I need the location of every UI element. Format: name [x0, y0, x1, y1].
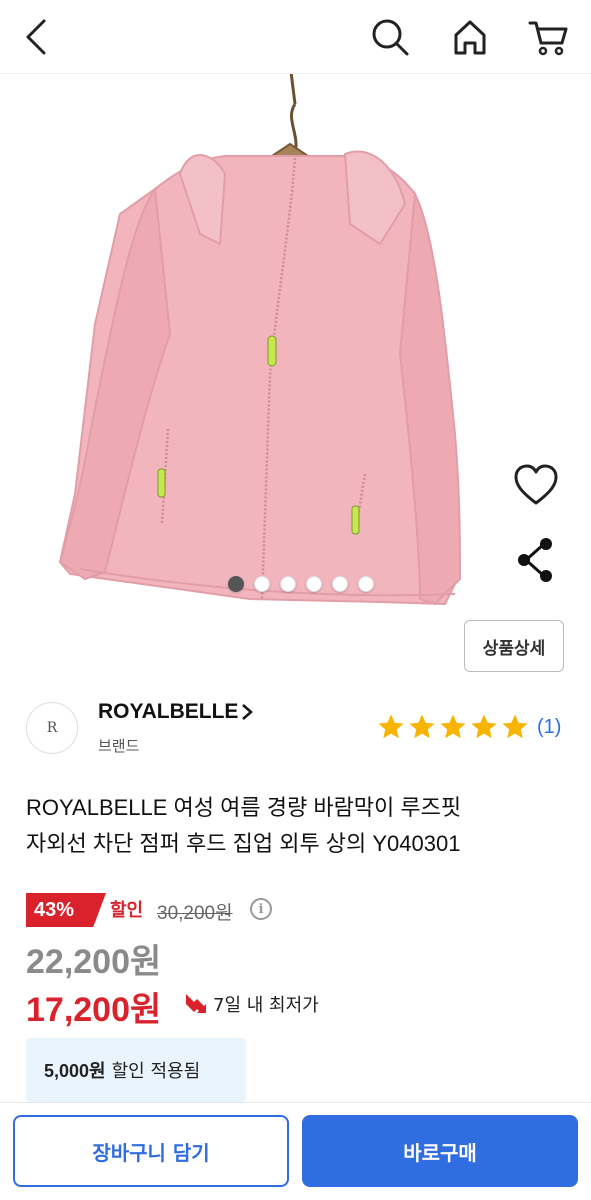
add-to-cart-button[interactable]: 장바구니 담기 — [13, 1115, 289, 1187]
buy-now-button[interactable]: 바로구매 — [302, 1115, 578, 1187]
home-button[interactable] — [447, 14, 493, 60]
wishlist-button[interactable] — [512, 462, 560, 508]
product-image — [58, 74, 462, 606]
chevron-right-icon — [242, 704, 254, 720]
share-button[interactable] — [514, 536, 558, 584]
home-icon — [454, 20, 486, 55]
search-button[interactable] — [367, 14, 413, 60]
pagination-dot[interactable] — [227, 576, 244, 592]
review-count[interactable]: (1) — [537, 716, 561, 739]
brand-sub-label: 브랜드 — [98, 737, 140, 755]
star-icon — [502, 714, 528, 739]
final-price: 17,200원 — [26, 991, 162, 1029]
cart-button[interactable] — [525, 14, 571, 60]
chevron-left-icon — [26, 19, 46, 55]
pagination-dot[interactable] — [279, 576, 296, 592]
original-price: 30,200원 — [157, 903, 233, 924]
star-icon — [471, 714, 497, 739]
search-icon — [372, 19, 409, 56]
pagination-dot[interactable] — [331, 576, 348, 592]
top-navigation-bar — [0, 0, 591, 74]
trend-down-icon — [186, 994, 206, 1013]
coupon-applied-banner: 5,000원 할인 적용됨 — [26, 1038, 246, 1102]
product-image-gallery[interactable] — [0, 74, 591, 614]
cart-icon — [528, 21, 568, 56]
back-button[interactable] — [14, 14, 60, 60]
product-detail-button[interactable]: 상품상세 — [464, 620, 564, 672]
brand-link[interactable]: ROYALBELLE — [98, 700, 254, 724]
coupon-amount: 5,000원 — [44, 1061, 106, 1081]
discount-badge: 43% — [26, 893, 106, 927]
heart-icon — [514, 464, 558, 505]
star-icon — [409, 714, 435, 739]
bottom-action-bar: 장바구니 담기 바로구매 — [0, 1102, 591, 1200]
sale-price: 22,200원 — [26, 943, 162, 981]
pagination-dot[interactable] — [305, 576, 322, 592]
product-title-line: 자외선 차단 점퍼 후드 집업 외투 상의 Y040301 — [26, 831, 461, 856]
gallery-pagination — [0, 576, 591, 592]
pagination-dot[interactable] — [357, 576, 374, 592]
pagination-dot[interactable] — [253, 576, 270, 592]
brand-logo[interactable]: R — [26, 702, 78, 754]
lowest-price-note: 7일 내 최저가 — [213, 995, 319, 1016]
brand-name: ROYALBELLE — [98, 700, 239, 723]
star-icon — [378, 714, 404, 739]
discount-label: 할인 — [110, 900, 144, 921]
info-icon[interactable]: i — [250, 898, 272, 920]
product-title: ROYALBELLE 여성 여름 경량 바람막이 루즈핏 자외선 차단 점퍼 후… — [26, 790, 566, 862]
coupon-text: 할인 적용됨 — [111, 1061, 201, 1082]
rating[interactable]: (1) — [376, 712, 561, 742]
share-icon — [518, 538, 552, 582]
star-icon — [440, 714, 466, 739]
brand-logo-letter: R — [46, 720, 58, 736]
product-title-line: ROYALBELLE 여성 여름 경량 바람막이 루즈핏 — [26, 795, 462, 820]
